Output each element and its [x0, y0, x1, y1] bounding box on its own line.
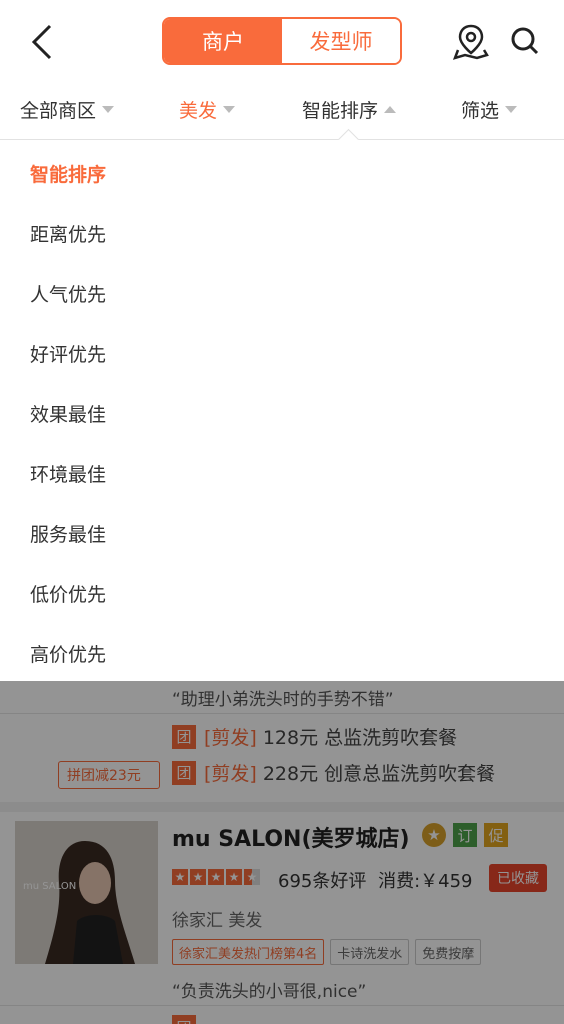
- back-icon[interactable]: [28, 22, 60, 62]
- sort-option-effect[interactable]: 效果最佳: [30, 400, 106, 427]
- filter-area[interactable]: 全部商区: [20, 96, 115, 123]
- sort-option-distance[interactable]: 距离优先: [30, 220, 106, 247]
- segment-merchant[interactable]: 商户: [164, 19, 282, 63]
- search-icon[interactable]: [506, 22, 546, 62]
- filter-bar: 全部商区 美发 智能排序 筛选: [0, 84, 564, 140]
- sort-option-low-price[interactable]: 低价优先: [30, 580, 106, 607]
- sort-option-rating[interactable]: 好评优先: [30, 340, 106, 367]
- triangle-down-icon: [102, 106, 115, 113]
- filter-area-label: 全部商区: [20, 100, 97, 122]
- triangle-down-icon: [505, 106, 518, 113]
- listing-background: “助理小弟洗头时的手势不错” 团 [剪发] 128元 总监洗剪吹套餐 拼团减23…: [0, 681, 564, 1024]
- sort-menu: 智能排序 距离优先 人气优先 好评优先 效果最佳 环境最佳 服务最佳 低价优先 …: [0, 140, 564, 681]
- map-pin-icon[interactable]: [452, 22, 492, 62]
- triangle-down-icon: [223, 106, 236, 113]
- filter-sort-label: 智能排序: [302, 100, 379, 122]
- sort-option-environment[interactable]: 环境最佳: [30, 460, 106, 487]
- sort-option-smart[interactable]: 智能排序: [30, 160, 106, 187]
- filter-category[interactable]: 美发: [179, 96, 236, 123]
- sort-option-popularity[interactable]: 人气优先: [30, 280, 106, 307]
- filter-screen[interactable]: 筛选: [461, 96, 518, 123]
- dim-overlay[interactable]: [0, 681, 564, 1024]
- triangle-up-icon: [384, 106, 397, 113]
- filter-category-label: 美发: [179, 100, 218, 122]
- sort-option-high-price[interactable]: 高价优先: [30, 640, 106, 667]
- filter-screen-label: 筛选: [461, 100, 500, 122]
- segment-stylist[interactable]: 发型师: [282, 19, 400, 63]
- filter-sort[interactable]: 智能排序: [302, 96, 397, 123]
- segment-control: 商户 发型师: [162, 17, 402, 65]
- top-bar: 商户 发型师: [0, 0, 564, 84]
- sort-option-service[interactable]: 服务最佳: [30, 520, 106, 547]
